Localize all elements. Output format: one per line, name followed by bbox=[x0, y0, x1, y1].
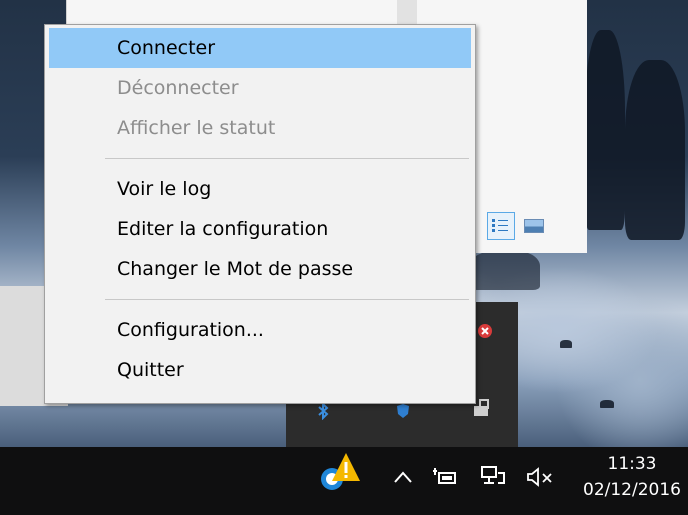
vpn-tray-context-menu: Connecter Déconnecter Afficher le statut… bbox=[44, 24, 476, 404]
clock-time: 11:33 bbox=[607, 454, 657, 474]
menu-item-connect[interactable]: Connecter bbox=[49, 28, 471, 68]
taskbar-clock[interactable]: 11:33 02/12/2016 bbox=[576, 451, 688, 503]
details-view-button[interactable] bbox=[487, 212, 515, 240]
battery-power-icon[interactable] bbox=[432, 467, 458, 487]
clock-date: 02/12/2016 bbox=[583, 480, 681, 500]
menu-item-quit[interactable]: Quitter bbox=[49, 350, 471, 390]
taskbar: 11:33 02/12/2016 bbox=[0, 447, 688, 515]
menu-item-edit-config[interactable]: Editer la configuration bbox=[49, 209, 471, 249]
details-view-icon bbox=[492, 218, 510, 234]
menu-item-view-log[interactable]: Voir le log bbox=[49, 169, 471, 209]
red-x-badge-icon[interactable] bbox=[476, 322, 494, 340]
bluetooth-icon[interactable] bbox=[314, 402, 332, 420]
menu-item-configuration[interactable]: Configuration... bbox=[49, 310, 471, 350]
preview-pane-button[interactable] bbox=[520, 212, 548, 240]
menu-item-disconnect[interactable]: Déconnecter bbox=[49, 68, 471, 108]
vpn-warning-icon[interactable] bbox=[318, 451, 362, 493]
volume-muted-icon[interactable] bbox=[526, 467, 554, 487]
menu-item-show-status[interactable]: Afficher le statut bbox=[49, 108, 471, 148]
preview-pane-icon bbox=[524, 219, 544, 233]
chevron-up-icon[interactable] bbox=[392, 469, 414, 485]
menu-item-change-password[interactable]: Changer le Mot de passe bbox=[49, 249, 471, 289]
menu-separator bbox=[105, 299, 469, 300]
menu-separator bbox=[105, 158, 469, 159]
network-icon[interactable] bbox=[480, 465, 506, 487]
shield-app-icon[interactable] bbox=[394, 402, 412, 420]
